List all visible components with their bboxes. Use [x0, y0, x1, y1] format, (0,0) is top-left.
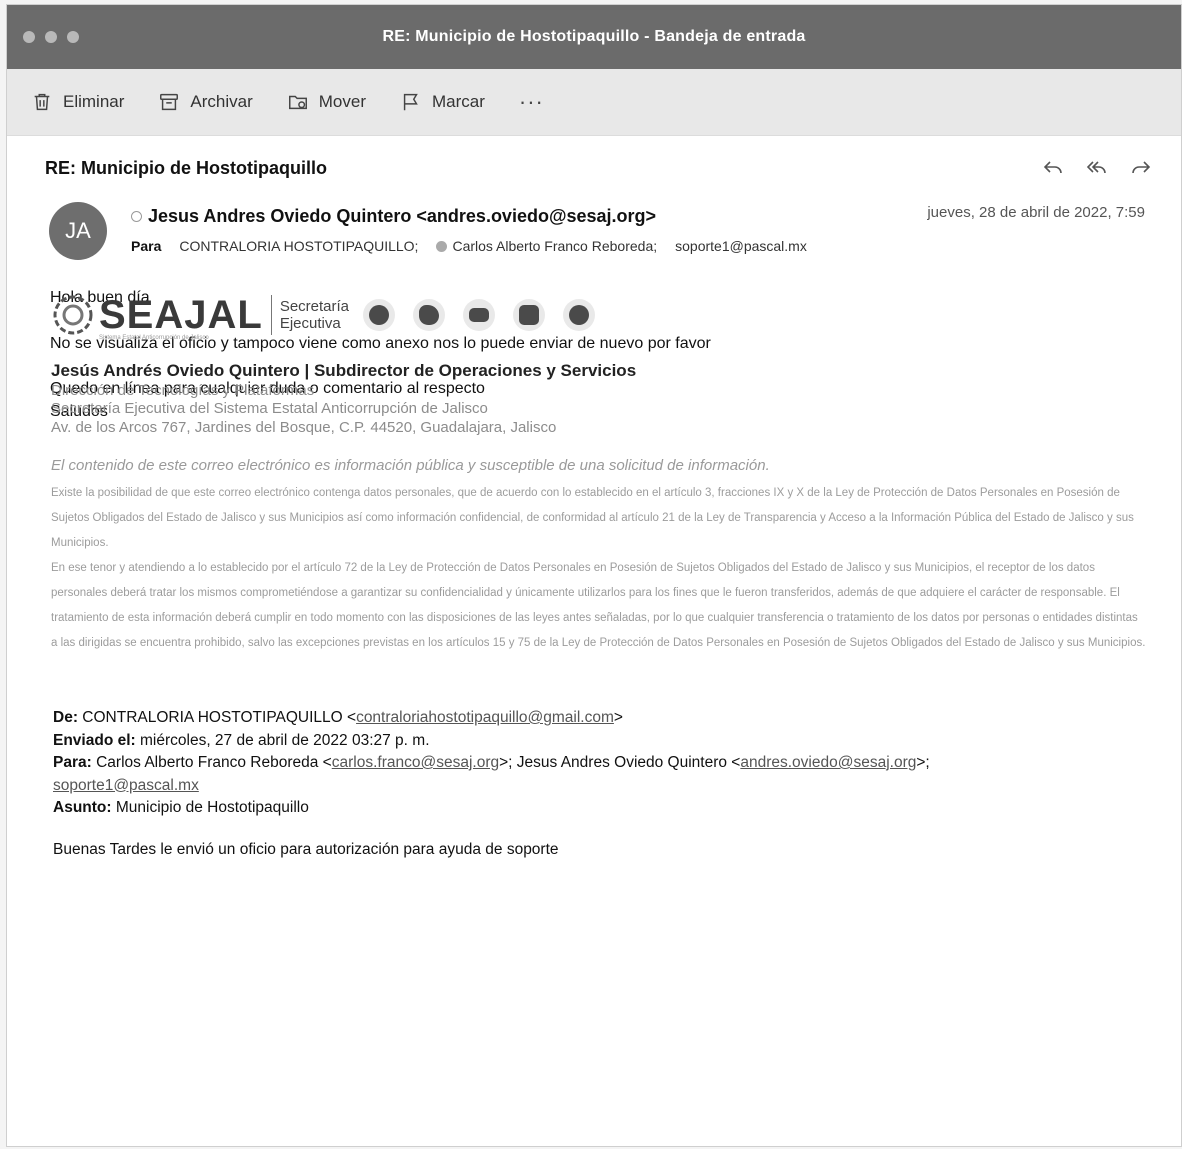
seajal-logo-icon [53, 295, 93, 335]
recipients-line: Para CONTRALORIA HOSTOTIPAQUILLO; Carlos… [131, 238, 807, 254]
avatar: JA [49, 202, 107, 260]
message-date: jueves, 28 de abril de 2022, 7:59 [927, 204, 1145, 221]
logo-text: SEAJAL [99, 293, 263, 337]
move-folder-icon [288, 95, 307, 110]
zoom-window-button[interactable] [67, 31, 79, 43]
disclaimer-paragraph-1: Existe la posibilidad de que este correo… [51, 487, 1134, 549]
reply-actions [1041, 156, 1153, 180]
message-subject: RE: Municipio de Hostotipaquillo [45, 158, 327, 178]
disclaimer-title: El contenido de este correo electrónico … [51, 457, 770, 474]
flag-icon [403, 93, 418, 111]
signature-line-2: Secretaría Ejecutiva del Sistema Estatal… [51, 400, 488, 417]
delete-label: Eliminar [63, 92, 125, 111]
twitter-icon[interactable] [413, 299, 446, 331]
location-icon[interactable] [563, 299, 596, 331]
sent-value: miércoles, 27 de abril de 2022 03:27 p. … [140, 731, 430, 749]
forwarded-body: Buenas Tardes le envió un oficio para au… [53, 841, 559, 858]
window-controls [23, 31, 79, 43]
disclaimer-paragraph-2: En ese tenor y atendiendo a lo estableci… [51, 562, 1146, 649]
sent-label: Enviado el: [53, 731, 136, 749]
flag-label: Marcar [432, 92, 485, 111]
signature-line-1: Dirección de Tecnologías y Plataformas [51, 382, 315, 399]
archive-label: Archivar [190, 92, 253, 111]
move-label: Mover [318, 92, 366, 111]
logo-side-line-2: Ejecutiva [279, 315, 341, 332]
to-name-1: Carlos Alberto Franco Reboreda < [96, 754, 332, 771]
to-label: Para [131, 238, 162, 254]
presence-icon [131, 211, 142, 222]
subject-value: Municipio de Hostotipaquillo [115, 799, 309, 816]
forwarded-header: De: CONTRALORIA HOSTOTIPAQUILLO <contral… [53, 707, 930, 820]
mail-window: RE: Municipio de Hostotipaquillo - Bande… [6, 4, 1182, 1147]
forwarded-sent: Enviado el: miércoles, 27 de abril de 20… [53, 730, 930, 753]
sender-line: Jesus Andres Oviedo Quintero <andres.ovi… [131, 206, 656, 227]
logo-divider [270, 295, 272, 335]
archive-icon [160, 93, 179, 111]
move-button[interactable]: Mover [287, 91, 366, 113]
toolbar: Eliminar Archivar Mover Marcar ··· [7, 69, 1181, 136]
from-close: > [613, 709, 623, 726]
signature-name: Jesús Andrés Oviedo Quintero | Subdirect… [51, 361, 637, 380]
forward-icon[interactable] [1129, 156, 1153, 180]
subject-label: Asunto: [53, 799, 112, 816]
to-email-link-1[interactable]: carlos.franco@sesaj.org [332, 754, 499, 771]
presence-icon [436, 240, 448, 252]
instagram-icon[interactable] [513, 299, 546, 331]
reply-icon[interactable] [1041, 156, 1065, 180]
facebook-icon[interactable] [363, 299, 396, 331]
title-bar: RE: Municipio de Hostotipaquillo - Bande… [7, 5, 1181, 69]
logo-subtext: Sistema Estatal Anticorrupción de Jalisc… [99, 335, 209, 341]
disclaimer-text: Existe la posibilidad de que este correo… [51, 481, 1147, 656]
recipient-1[interactable]: CONTRALORIA HOSTOTIPAQUILLO; [179, 238, 418, 254]
forwarded-to: Para: Carlos Alberto Franco Reboreda <ca… [53, 752, 930, 775]
archive-button[interactable]: Archivar [158, 91, 253, 113]
delete-button[interactable]: Eliminar [31, 91, 124, 113]
recipient-2-label: Carlos Alberto Franco Reboreda; [452, 238, 658, 254]
logo-side-line-1: Secretaría [279, 298, 350, 315]
social-links [363, 299, 596, 331]
flag-button[interactable]: Marcar [400, 91, 485, 113]
to-close: >; [916, 754, 930, 771]
from-label: De: [53, 709, 78, 726]
to-email-link-3[interactable]: soporte1@pascal.mx [53, 777, 199, 794]
to-email-link-2[interactable]: andres.oviedo@sesaj.org [740, 754, 916, 771]
trash-icon [34, 93, 50, 111]
logo-side-text: Secretaría Ejecutiva [280, 298, 349, 332]
reply-all-icon[interactable] [1085, 156, 1109, 180]
from-email-link[interactable]: contraloriahostotipaquillo@gmail.com [356, 709, 614, 726]
window-title: RE: Municipio de Hostotipaquillo - Bande… [382, 28, 806, 45]
forwarded-from: De: CONTRALORIA HOSTOTIPAQUILLO <contral… [53, 707, 930, 730]
forwarded-to-cont: soporte1@pascal.mx [53, 775, 930, 798]
from-name: CONTRALORIA HOSTOTIPAQUILLO < [82, 709, 357, 726]
close-window-button[interactable] [23, 31, 35, 43]
fwd-to-label: Para: [53, 754, 92, 771]
to-mid: >; Jesus Andres Oviedo Quintero < [499, 754, 741, 771]
minimize-window-button[interactable] [45, 31, 57, 43]
youtube-icon[interactable] [463, 299, 496, 331]
forwarded-subject: Asunto: Municipio de Hostotipaquillo [53, 797, 930, 820]
signature-logo-row: SEAJAL Sistema Estatal Anticorrupción de… [51, 293, 596, 341]
recipient-3[interactable]: soporte1@pascal.mx [675, 238, 807, 254]
recipient-2[interactable]: Carlos Alberto Franco Reboreda; [436, 238, 657, 254]
sender-name[interactable]: Jesus Andres Oviedo Quintero <andres.ovi… [148, 206, 656, 227]
more-button[interactable]: ··· [519, 89, 544, 115]
signature-line-3: Av. de los Arcos 767, Jardines del Bosqu… [51, 419, 557, 436]
